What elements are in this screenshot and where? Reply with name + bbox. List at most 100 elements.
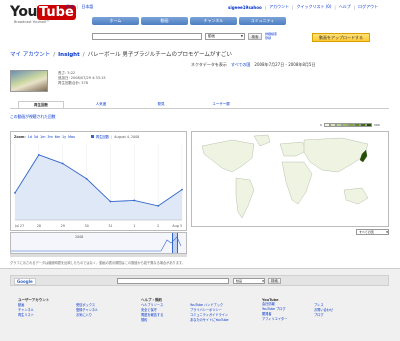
data-point xyxy=(85,177,88,180)
tab-views[interactable]: 再生回数 xyxy=(18,101,64,108)
help-link[interactable]: ヘルプ xyxy=(339,4,351,10)
legend-series-label[interactable]: 再生回数 xyxy=(96,134,109,139)
x-tick-label: Jul 27 xyxy=(14,224,24,228)
zoom-option-6m[interactable]: 6m xyxy=(55,135,60,139)
map-region-asia xyxy=(303,137,369,173)
lang-link-japan[interactable]: 日本 xyxy=(66,4,74,10)
x-tick-label: 31 xyxy=(108,224,112,228)
map-legend-max: 300 xyxy=(373,123,380,127)
line-chart[interactable]: Jul 27 28 29 30 31 1 2 Aug 3 xyxy=(11,140,186,230)
video-total-views: 再生回数合計: 378 xyxy=(58,81,88,85)
zoom-option-max[interactable]: Max xyxy=(68,135,75,139)
chart-date-label: August 4, 2008 xyxy=(114,134,140,139)
map-region-greenland xyxy=(253,134,271,147)
navigator-scrollbar[interactable] xyxy=(10,254,187,257)
zoom-option-5d[interactable]: 5d xyxy=(34,135,38,139)
all-countries-link[interactable]: すべての国 xyxy=(231,62,251,68)
footer-link[interactable]: あなたのサイトにYouTube xyxy=(190,318,228,323)
youtube-logo[interactable]: You Tube xyxy=(10,4,76,20)
navigator-range-handle[interactable] xyxy=(172,233,178,253)
footer-link[interactable]: 再生リスト xyxy=(18,313,49,318)
footer-link[interactable]: お気に入り xyxy=(76,313,98,318)
user-links: sigeee19sahoo | アカウント | クイックリスト (0) | ヘル… xyxy=(228,4,379,10)
date-range-value[interactable]: 2008年7月27日 - 2008年8月5日 xyxy=(254,62,315,68)
tab-bar: 再生回数 人気度 発見 ユーザー層 xyxy=(10,101,389,109)
header-search-button[interactable]: 検索 xyxy=(248,33,262,40)
navigator-sparkline xyxy=(11,236,182,252)
chart-panel: Zoom: 1d 5d 1m 3m 6m 1y Max 再生回数 | Augus… xyxy=(10,131,187,231)
advanced-search-links: 詳細検索 登録 xyxy=(265,32,277,40)
map-region-select-value: すべての国 xyxy=(359,229,374,234)
zoom-option-3m[interactable]: 3m xyxy=(47,135,52,139)
x-tick-label: 28 xyxy=(37,224,41,228)
data-point xyxy=(181,188,183,191)
account-link[interactable]: アカウント xyxy=(269,4,289,10)
footer-search-select-value: 動画 xyxy=(236,278,243,283)
data-point xyxy=(61,162,64,165)
footer-column-youtube: YouTube 会社情報 YouTube ブログ 開発者 アフィリエイター xyxy=(262,298,287,322)
tab-demographics[interactable]: ユーザー層 xyxy=(198,101,244,108)
data-point xyxy=(109,200,112,203)
footer-search-select[interactable]: 動画 ▼ xyxy=(233,278,265,284)
footer-search-input[interactable] xyxy=(117,278,229,284)
register-link[interactable]: 登録 xyxy=(265,36,277,40)
data-point xyxy=(14,191,16,194)
x-tick-label: 30 xyxy=(84,224,88,228)
nav-tab-community[interactable]: コミュニティ xyxy=(239,17,286,25)
username-link[interactable]: sigeee19sahoo xyxy=(228,5,262,10)
footer-search: Google 動画 ▼ 検索 xyxy=(10,275,389,286)
header-search-select-value: 動画 xyxy=(208,34,215,38)
lang-link-japanese[interactable]: 日本語 xyxy=(81,4,93,10)
world-map[interactable] xyxy=(192,132,388,226)
map-region-australia xyxy=(343,187,369,205)
main-nav: ホーム 動画 チャンネル コミュニティ xyxy=(92,17,286,25)
breadcrumb-separator: / xyxy=(53,52,56,58)
breadcrumb-my-account[interactable]: マイ アカウント xyxy=(10,50,50,58)
logo-you-text: You xyxy=(10,4,37,20)
footer-column-youtube-2: プレス お問い合わせ ブログ xyxy=(314,303,333,318)
breadcrumb-insight[interactable]: Insight xyxy=(58,52,80,58)
google-logo: Google xyxy=(14,278,36,285)
map-region-south-america xyxy=(235,177,255,219)
video-thumbnail[interactable] xyxy=(10,70,48,92)
map-legend-min: 0 xyxy=(320,123,322,127)
map-region-europe xyxy=(279,141,309,157)
upload-video-button[interactable]: 動画をアップロードする xyxy=(312,33,370,42)
panel-caption: この動画が視聴された回数 xyxy=(10,114,56,119)
language-links: 日本 | 日本語 xyxy=(66,4,94,10)
zoom-option-1d[interactable]: 1d xyxy=(28,135,32,139)
nav-tab-home[interactable]: ホーム xyxy=(92,17,139,25)
chart-navigator[interactable]: 2008 xyxy=(10,232,187,254)
nav-tab-channels[interactable]: チャンネル xyxy=(190,17,237,25)
chevron-down-icon: ▼ xyxy=(240,34,243,38)
footer-column-help: ヘルプ・規約 ヘルプリソース 安全と保守 問題を報告する 規約 xyxy=(141,298,163,323)
logout-link[interactable]: ログアウト xyxy=(358,4,378,10)
map-legend-swatches xyxy=(323,123,372,127)
tab-discovery[interactable]: 発見 xyxy=(138,101,184,108)
quicklist-link[interactable]: クイックリスト (0) xyxy=(296,4,331,10)
page-title: バレーボール 男子ブラジルチームのプロモゲームがすごい xyxy=(87,52,232,58)
footer-column-account-2: 受信ボックス 登録チャンネル お気に入り xyxy=(76,303,98,318)
footer-search-button[interactable]: 検索 xyxy=(268,278,281,284)
zoom-option-1m[interactable]: 1m xyxy=(40,135,45,139)
header-search-select[interactable]: 動画 ▼ xyxy=(205,33,245,40)
footer-link[interactable]: アフィリエイター xyxy=(262,317,287,322)
footer-link[interactable]: ブログ xyxy=(314,313,333,318)
map-region-north-america xyxy=(201,139,255,173)
map-legend: 0 300 xyxy=(320,123,380,127)
chart-area xyxy=(15,154,182,220)
data-point xyxy=(133,199,136,202)
header-search-input[interactable] xyxy=(92,33,202,40)
tab-popularity[interactable]: 人気度 xyxy=(78,101,124,108)
footer: Google 動画 ▼ 検索 ユーザーアカウント 動画 チャンネル 再生リスト … xyxy=(0,268,400,341)
map-region-select[interactable]: すべての国 ▼ xyxy=(356,229,389,235)
nav-tab-videos[interactable]: 動画 xyxy=(141,17,188,25)
footer-column-help-2: YouTube ハンドブック プライバシーポリシー コミュニティガイドライン あ… xyxy=(190,303,228,323)
chevron-down-icon: ▼ xyxy=(386,230,388,234)
x-tick-label: Aug 3 xyxy=(172,224,182,228)
footer-link[interactable]: 規約 xyxy=(141,318,163,323)
date-range-label: ネクタデータを表示 xyxy=(191,62,227,67)
zoom-option-1y[interactable]: 1y xyxy=(62,135,66,139)
chart-toolbar: Zoom: 1d 5d 1m 3m 6m 1y Max 再生回数 | Augus… xyxy=(14,134,140,140)
zoom-label: Zoom: xyxy=(14,134,26,139)
